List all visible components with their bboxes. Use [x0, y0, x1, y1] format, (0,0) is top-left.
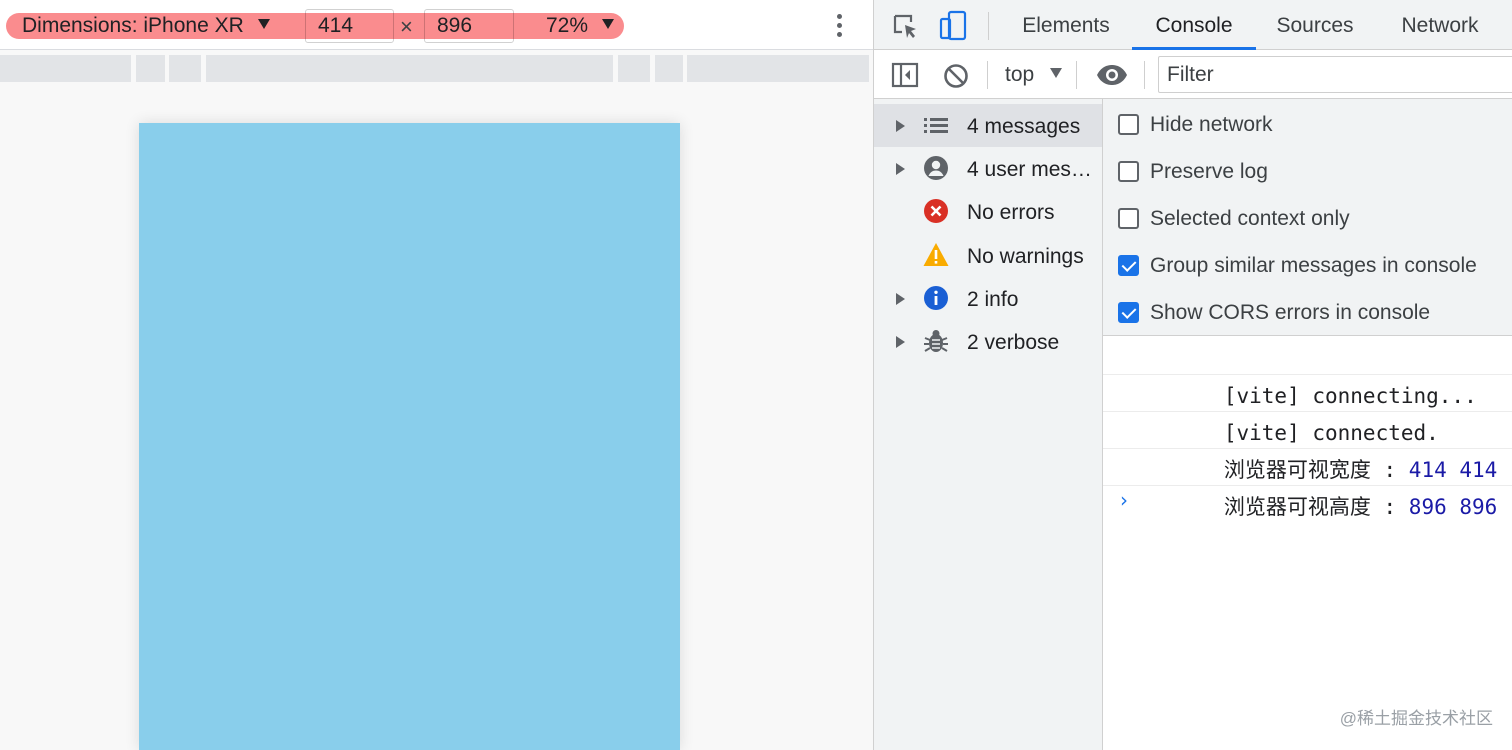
- chevron-down-icon: [601, 19, 614, 29]
- sidebar-item-info[interactable]: 2 info: [874, 277, 1102, 320]
- group-similar-checkbox[interactable]: [1118, 255, 1139, 276]
- sidebar-item-errors[interactable]: No errors: [874, 190, 1102, 233]
- console-message[interactable]: [vite] connecting...: [1103, 338, 1512, 408]
- warning-icon: [923, 243, 949, 266]
- chevron-down-icon: [1050, 68, 1063, 78]
- console-toolbar: top: [874, 50, 1512, 99]
- sidebar-item-label: No warnings: [967, 245, 1084, 268]
- media-query-segment[interactable]: [655, 55, 683, 82]
- list-icon: [924, 118, 948, 133]
- device-toolbar-icon[interactable]: [939, 10, 969, 42]
- tab-network[interactable]: Network: [1388, 0, 1492, 50]
- console-message[interactable]: 浏览器可视宽度 : 414 414: [1103, 412, 1512, 482]
- zoom-label: 72%: [546, 14, 589, 37]
- selected-context-checkbox[interactable]: [1118, 208, 1139, 229]
- sidebar-item-user-messages[interactable]: 4 user mes…: [874, 147, 1102, 190]
- info-icon: [924, 286, 948, 310]
- hide-network-checkbox[interactable]: [1118, 114, 1139, 135]
- chevron-down-icon: [257, 19, 270, 29]
- devtools-panel: Elements Console Sources Network top Fil…: [873, 0, 1512, 750]
- console-message[interactable]: 浏览器可视高度 : 896 896: [1103, 449, 1512, 519]
- sidebar-item-label: 4 user mes…: [967, 158, 1092, 181]
- setting-label: Selected context only: [1150, 207, 1350, 230]
- device-dimensions-dropdown[interactable]: Dimensions: iPhone XR: [22, 13, 270, 39]
- watermark: @稀土掘金技术社区: [1339, 709, 1493, 728]
- live-expression-eye-icon[interactable]: [1096, 64, 1128, 86]
- setting-label: Group similar messages in console: [1150, 254, 1477, 277]
- setting-selected-context-only[interactable]: Selected context only: [1103, 195, 1512, 242]
- tab-sources[interactable]: Sources: [1265, 0, 1365, 50]
- console-settings-pane: Hide network Preserve log Selected conte…: [1103, 99, 1512, 336]
- media-query-segment[interactable]: [687, 55, 869, 82]
- filter-input[interactable]: [1158, 56, 1512, 93]
- device-dimensions-label: Dimensions: iPhone XR: [22, 14, 244, 37]
- expand-arrow-icon[interactable]: [896, 293, 905, 305]
- height-input[interactable]: 896: [424, 9, 514, 43]
- cors-errors-checkbox[interactable]: [1118, 302, 1139, 323]
- media-query-segment[interactable]: [169, 55, 201, 82]
- context-selector[interactable]: top: [1005, 62, 1063, 88]
- error-icon: [924, 199, 948, 223]
- tab-console[interactable]: Console: [1132, 0, 1256, 50]
- height-value: 896: [437, 14, 473, 37]
- console-prompt-icon[interactable]: ›: [1120, 488, 1128, 512]
- expand-arrow-icon[interactable]: [896, 336, 905, 348]
- context-label: top: [1005, 63, 1035, 86]
- sidebar-item-warnings[interactable]: No warnings: [874, 234, 1102, 277]
- expand-arrow-icon[interactable]: [896, 120, 905, 132]
- devtools-tabbar: Elements Console Sources Network: [874, 0, 1512, 50]
- console-messages: [vite] connecting... [vite] connected. 浏…: [1103, 336, 1512, 750]
- toolbar-separator: [987, 61, 988, 89]
- zoom-dropdown[interactable]: 72%: [546, 13, 614, 39]
- setting-hide-network[interactable]: Hide network: [1103, 101, 1512, 148]
- preserve-log-checkbox[interactable]: [1118, 161, 1139, 182]
- sidebar-item-label: No errors: [967, 201, 1055, 224]
- times-symbol: ×: [400, 14, 413, 39]
- clear-console-icon[interactable]: [943, 63, 969, 89]
- sidebar-toggle-icon[interactable]: [891, 62, 919, 88]
- sidebar-item-messages[interactable]: 4 messages: [874, 104, 1102, 147]
- toolbar-separator: [988, 12, 989, 40]
- console-sidebar: 4 messages 4 user mes… No errors No warn…: [874, 99, 1103, 750]
- more-options-icon[interactable]: [832, 12, 846, 40]
- setting-label: Preserve log: [1150, 160, 1268, 183]
- toolbar-separator: [1076, 61, 1077, 89]
- setting-show-cors-errors[interactable]: Show CORS errors in console: [1103, 289, 1512, 336]
- width-input[interactable]: 414: [305, 9, 394, 43]
- media-query-segment[interactable]: [618, 55, 650, 82]
- device-toolbar: Dimensions: iPhone XR 414 × 896 72%: [0, 0, 873, 50]
- console-message[interactable]: [vite] connected.: [1103, 375, 1512, 445]
- tab-elements[interactable]: Elements: [1008, 0, 1124, 50]
- device-emulation-pane: Dimensions: iPhone XR 414 × 896 72%: [0, 0, 873, 750]
- message-text: 浏览器可视高度 :: [1223, 495, 1409, 519]
- setting-group-similar[interactable]: Group similar messages in console: [1103, 242, 1512, 289]
- sidebar-item-verbose[interactable]: 2 verbose: [874, 320, 1102, 363]
- inspect-element-icon[interactable]: [892, 13, 920, 41]
- media-query-segment[interactable]: [206, 55, 613, 82]
- user-icon: [924, 156, 948, 180]
- media-query-segment[interactable]: [136, 55, 165, 82]
- media-query-bar[interactable]: [0, 55, 869, 82]
- sidebar-item-label: 2 info: [967, 288, 1019, 311]
- expand-arrow-icon[interactable]: [896, 163, 905, 175]
- setting-label: Show CORS errors in console: [1150, 301, 1431, 324]
- bug-icon: [924, 330, 948, 352]
- media-query-segment[interactable]: [0, 55, 131, 82]
- width-value: 414: [318, 14, 354, 37]
- message-values: 896 896: [1408, 495, 1498, 519]
- sidebar-item-label: 4 messages: [967, 115, 1081, 138]
- toolbar-separator: [1144, 61, 1145, 89]
- setting-label: Hide network: [1150, 113, 1273, 136]
- setting-preserve-log[interactable]: Preserve log: [1103, 148, 1512, 195]
- sidebar-item-label: 2 verbose: [967, 331, 1060, 354]
- device-viewport[interactable]: [139, 123, 680, 750]
